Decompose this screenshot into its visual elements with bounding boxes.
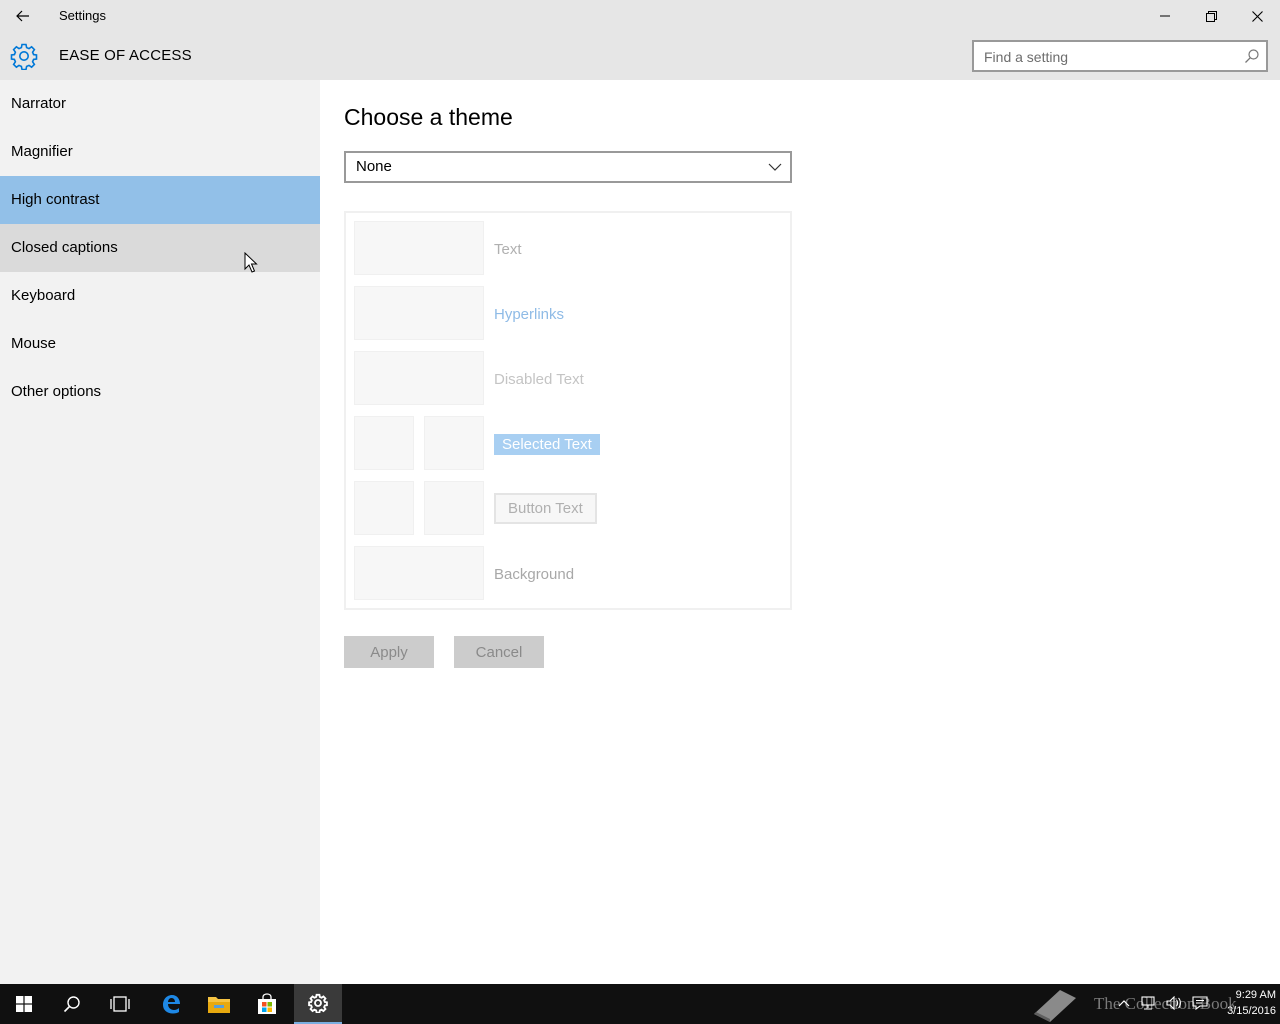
theme-dropdown-value: None <box>356 158 392 175</box>
section-title: EASE OF ACCESS <box>59 47 192 64</box>
sidebar-item-keyboard[interactable]: Keyboard <box>0 272 320 320</box>
text-preview-label: Text <box>494 241 522 258</box>
selected-text-fg-swatch <box>354 416 414 470</box>
sidebar-item-label: High contrast <box>11 191 100 208</box>
button-text-fg-swatch <box>354 481 414 535</box>
book-icon <box>1034 990 1076 1022</box>
close-icon <box>1251 10 1263 22</box>
cancel-button[interactable]: Cancel <box>454 636 544 668</box>
minimize-icon <box>1160 15 1170 17</box>
sidebar-item-mouse[interactable]: Mouse <box>0 320 320 368</box>
sidebar-nav: Narrator Magnifier High contrast Closed … <box>0 80 320 984</box>
sidebar-item-magnifier[interactable]: Magnifier <box>0 128 320 176</box>
page-title: Choose a theme <box>344 104 513 130</box>
restore-button[interactable] <box>1188 0 1234 32</box>
gear-icon <box>10 43 38 70</box>
background-preview-label: Background <box>494 566 575 583</box>
taskbar: The Collection Book 9:29 AM 3/15/2016 <box>0 984 1280 1024</box>
edge-icon <box>163 995 180 1014</box>
sidebar-item-closed-captions[interactable]: Closed captions <box>0 224 320 272</box>
search-box[interactable] <box>972 40 1268 72</box>
start-button[interactable] <box>0 984 48 1024</box>
task-view-button[interactable] <box>96 984 144 1024</box>
hyperlinks-preview-label: Hyperlinks <box>494 306 565 323</box>
file-explorer-button[interactable] <box>195 984 243 1024</box>
title-bar: Settings <box>0 0 1280 32</box>
selected-text-preview-label: Selected Text <box>494 434 600 455</box>
sidebar-item-label: Keyboard <box>11 287 76 304</box>
background-color-swatch <box>354 546 484 600</box>
store-button[interactable] <box>243 984 291 1024</box>
apply-button[interactable]: Apply <box>344 636 434 668</box>
window-title: Settings <box>59 8 106 23</box>
edge-browser-button[interactable] <box>147 984 195 1024</box>
settings-header: EASE OF ACCESS <box>0 32 1280 80</box>
button-text-preview-label: Button Text <box>494 493 597 524</box>
close-button[interactable] <box>1234 0 1280 32</box>
button-text-bg-swatch <box>424 481 484 535</box>
mouse-cursor-icon <box>244 252 258 273</box>
minimize-button[interactable] <box>1142 0 1188 32</box>
system-tray <box>1118 996 1208 1010</box>
sidebar-item-label: Mouse <box>11 335 57 352</box>
search-icon[interactable] <box>1244 48 1260 64</box>
sidebar-item-label: Narrator <box>11 95 67 112</box>
taskbar-clock[interactable]: 9:29 AM 3/15/2016 <box>1206 987 1276 1019</box>
back-arrow-icon <box>16 10 29 22</box>
search-icon <box>63 996 80 1013</box>
taskbar-search-button[interactable] <box>48 984 96 1024</box>
gear-icon <box>308 993 328 1013</box>
main-content: Choose a theme None Text Hyperlinks Disa… <box>320 80 1280 984</box>
theme-preview-panel: Text Hyperlinks Disabled Text Selected T… <box>344 211 792 610</box>
store-bag-icon <box>258 993 276 1014</box>
clock-date: 3/15/2016 <box>1227 1005 1276 1017</box>
disabled-text-color-swatch <box>354 351 484 405</box>
hyperlink-color-swatch <box>354 286 484 340</box>
sidebar-item-label: Magnifier <box>11 143 73 160</box>
search-input[interactable] <box>984 47 1234 67</box>
chevron-up-icon[interactable] <box>1118 996 1130 1010</box>
disabled-text-preview-label: Disabled Text <box>494 371 584 388</box>
text-color-swatch <box>354 221 484 275</box>
settings-taskbar-button[interactable] <box>294 984 342 1024</box>
sidebar-item-label: Closed captions <box>11 239 118 256</box>
sidebar-item-label: Other options <box>11 383 102 400</box>
sidebar-item-high-contrast[interactable]: High contrast <box>0 176 320 224</box>
sidebar-item-narrator[interactable]: Narrator <box>0 80 320 128</box>
clock-time: 9:29 AM <box>1235 989 1276 1001</box>
task-view-icon <box>110 996 130 1012</box>
network-icon[interactable] <box>1140 996 1156 1010</box>
folder-icon <box>208 997 230 1013</box>
theme-dropdown[interactable]: None <box>344 151 792 183</box>
restore-icon <box>1205 10 1217 22</box>
sidebar-item-other-options[interactable]: Other options <box>0 368 320 416</box>
chevron-down-icon <box>768 163 782 171</box>
windows-logo-icon <box>16 996 32 1012</box>
volume-icon[interactable] <box>1166 996 1182 1010</box>
back-button[interactable] <box>0 0 46 32</box>
selected-text-bg-swatch <box>424 416 484 470</box>
